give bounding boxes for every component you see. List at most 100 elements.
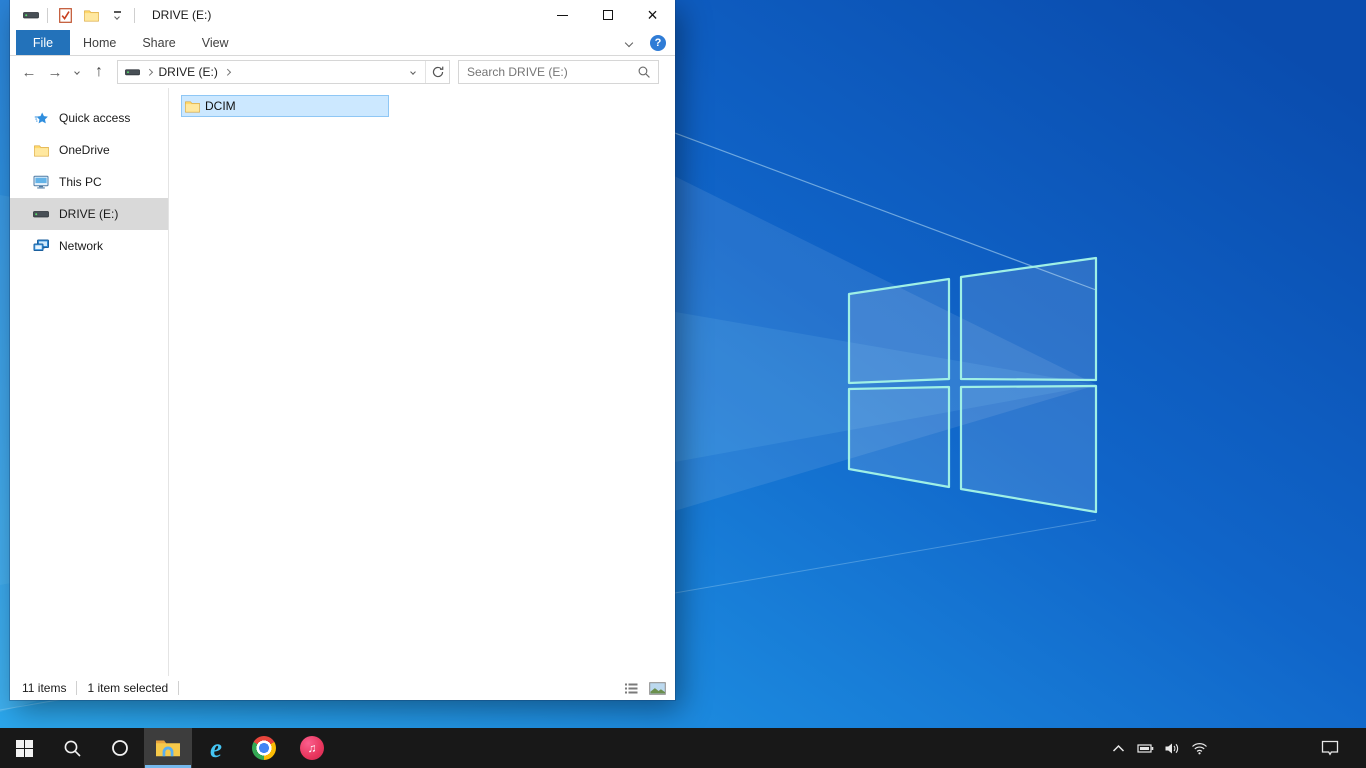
internet-explorer-icon: e [210, 732, 222, 763]
sidebar-item-this-pc[interactable]: This PC [10, 166, 168, 198]
chrome-icon [252, 736, 276, 760]
close-icon: × [647, 5, 658, 25]
cortana-button[interactable] [96, 728, 144, 768]
help-icon: ? [654, 36, 662, 49]
breadcrumb: DRIVE (E:) [118, 65, 401, 79]
thumbnails-view-button[interactable] [648, 679, 666, 697]
this-pc-icon [33, 175, 49, 189]
details-view-icon [624, 683, 637, 693]
breadcrumb-item-drive[interactable]: DRIVE (E:) [159, 65, 218, 79]
tray-expand-button[interactable] [1109, 728, 1127, 768]
sidebar-item-label: OneDrive [59, 143, 110, 157]
window-title: DRIVE (E:) [152, 8, 212, 22]
quick-access-star-icon [33, 111, 49, 126]
maximize-icon [602, 10, 613, 20]
ribbon-tab-row: File Home Share View ? [10, 30, 675, 56]
new-folder-icon [83, 9, 99, 21]
file-list[interactable]: DCIM [169, 88, 675, 676]
file-explorer-window: DRIVE (E:) × File Home Share View ? ← → … [10, 0, 675, 700]
status-separator [76, 681, 78, 695]
customize-quick-access-chevron-icon [113, 11, 121, 20]
item-count: 11 items [22, 681, 67, 695]
recent-locations-button[interactable] [68, 59, 86, 85]
titlebar-separator [134, 7, 135, 23]
sidebar-item-quick-access[interactable]: Quick access [10, 102, 168, 134]
forward-button[interactable]: → [42, 59, 68, 85]
wifi-icon [1191, 743, 1207, 755]
new-folder-button[interactable] [82, 4, 100, 26]
search-icon [64, 740, 81, 757]
sidebar-item-drive-e[interactable]: DRIVE (E:) [10, 198, 168, 230]
sidebar-item-label: DRIVE (E:) [59, 207, 119, 221]
sidebar-item-label: Network [59, 239, 104, 253]
taskbar-itunes-button[interactable]: ♫ [288, 728, 336, 768]
help-button[interactable]: ? [650, 34, 666, 51]
cortana-icon [112, 740, 128, 756]
status-separator [178, 681, 180, 695]
action-center-button[interactable] [1307, 728, 1352, 768]
action-center-icon [1321, 740, 1338, 756]
address-dropdown-button[interactable] [401, 61, 425, 83]
taskbar-chrome-button[interactable] [240, 728, 288, 768]
taskbar-search-button[interactable] [48, 728, 96, 768]
up-button[interactable]: ↑ [86, 59, 112, 85]
back-arrow-icon: ← [21, 63, 37, 81]
expand-ribbon-button[interactable] [620, 34, 638, 52]
taskbar: e ♫ [0, 728, 1366, 768]
sidebar-item-label: This PC [59, 175, 102, 189]
address-bar[interactable]: DRIVE (E:) [117, 60, 450, 84]
file-name: DCIM [205, 99, 236, 113]
sidebar-item-label: Quick access [59, 111, 131, 125]
chevron-down-icon [624, 38, 634, 47]
battery-icon [1136, 743, 1153, 753]
maximize-button[interactable] [585, 0, 630, 30]
forward-arrow-icon: → [47, 63, 63, 81]
chevron-right-icon [223, 68, 231, 76]
navigation-pane: Quick access OneDrive This PC DRIVE (E:)… [10, 88, 168, 676]
taskbar-file-explorer-button[interactable] [144, 728, 192, 768]
view-toggle-group [622, 679, 675, 697]
window-controls: × [540, 0, 675, 30]
details-view-button[interactable] [622, 679, 640, 697]
search-icon[interactable] [637, 65, 658, 79]
customize-quick-access-button[interactable] [108, 4, 126, 26]
volume-status[interactable] [1163, 728, 1181, 768]
battery-status[interactable] [1136, 728, 1154, 768]
address-row: ← → ↑ DRIVE (E:) [10, 56, 675, 88]
tab-file[interactable]: File [16, 30, 70, 55]
tab-home[interactable]: Home [70, 30, 129, 55]
properties-button[interactable] [56, 4, 74, 26]
chevron-down-icon [74, 69, 80, 75]
sidebar-item-network[interactable]: Network [10, 230, 168, 262]
drive-icon [33, 210, 49, 219]
search-box [458, 60, 659, 84]
network-status[interactable] [1190, 728, 1208, 768]
sidebar-item-onedrive[interactable]: OneDrive [10, 134, 168, 166]
back-button[interactable]: ← [16, 59, 42, 85]
tab-view[interactable]: View [189, 30, 242, 55]
network-icon [33, 239, 49, 253]
start-button[interactable] [0, 728, 48, 768]
taskbar-internet-explorer-button[interactable]: e [192, 728, 240, 768]
refresh-button[interactable] [425, 61, 449, 83]
close-button[interactable]: × [630, 0, 675, 30]
tab-share[interactable]: Share [129, 30, 188, 55]
drive-icon[interactable] [125, 68, 140, 77]
search-input[interactable] [459, 65, 637, 79]
volume-icon [1165, 743, 1178, 753]
start-icon [15, 739, 33, 757]
chevron-down-icon [410, 69, 416, 75]
titlebar-separator [47, 7, 48, 23]
titlebar[interactable]: DRIVE (E:) × [10, 0, 675, 30]
refresh-icon [432, 66, 443, 78]
quick-access-toolbar: DRIVE (E:) [10, 0, 211, 30]
chevron-right-icon [146, 68, 153, 76]
itunes-icon: ♫ [300, 736, 324, 760]
properties-icon [58, 7, 72, 23]
file-explorer-icon [156, 740, 180, 756]
selection-count: 1 item selected [87, 681, 169, 695]
minimize-button[interactable] [540, 0, 585, 30]
up-arrow-icon: ↑ [95, 63, 103, 80]
file-item-dcim[interactable]: DCIM [181, 95, 389, 117]
folder-icon [185, 100, 200, 113]
